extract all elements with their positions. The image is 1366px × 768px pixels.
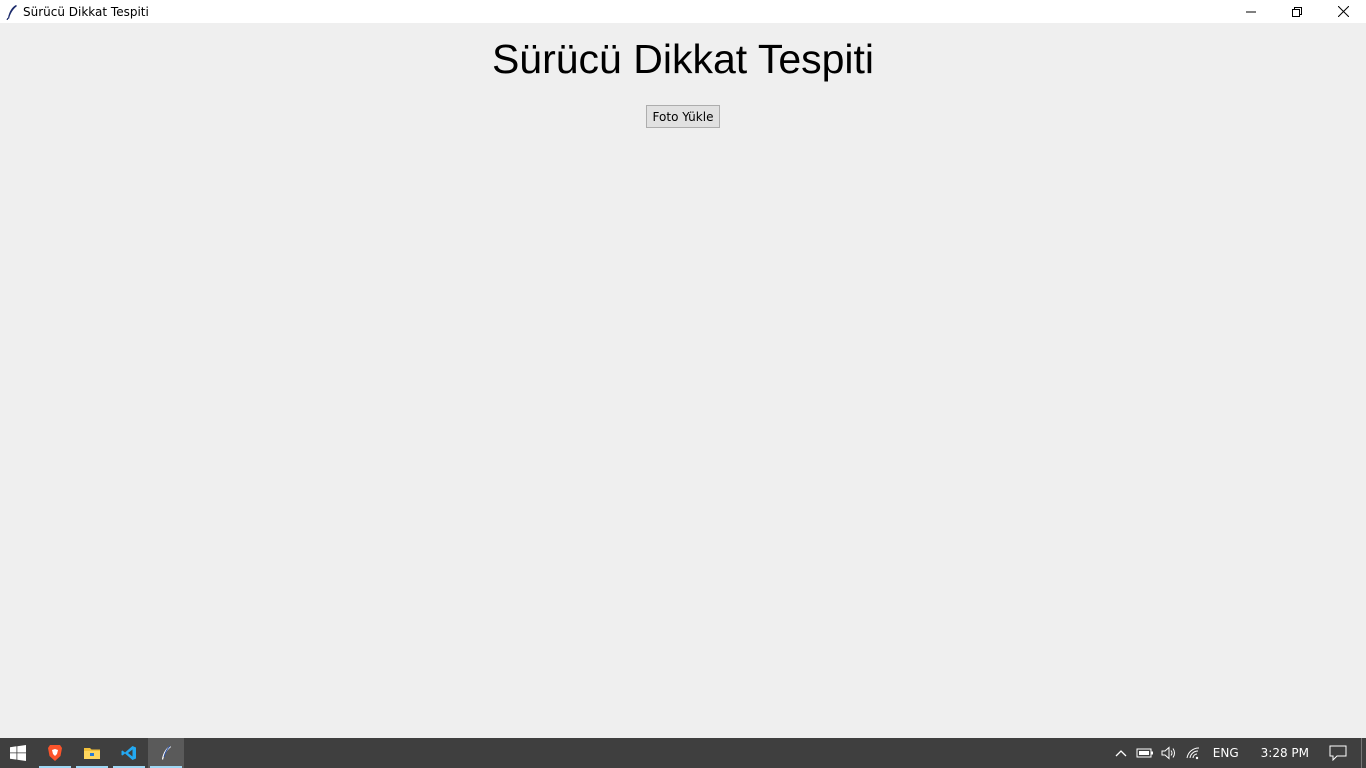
taskbar-brave[interactable]: [37, 738, 73, 768]
wifi-icon[interactable]: [1181, 738, 1205, 768]
windows-icon: [10, 745, 26, 761]
minimize-button[interactable]: [1228, 0, 1274, 23]
minimize-icon: [1246, 11, 1256, 12]
taskbar-file-explorer[interactable]: [74, 738, 110, 768]
taskbar-python-app[interactable]: [148, 738, 184, 768]
restore-icon: [1292, 6, 1302, 17]
brave-icon: [48, 745, 62, 761]
window-titlebar[interactable]: Sürücü Dikkat Tespiti: [0, 0, 1366, 23]
start-button[interactable]: [0, 738, 36, 768]
system-tray: ENG 3:28 PM: [1109, 738, 1366, 768]
volume-icon[interactable]: [1157, 738, 1181, 768]
upload-photo-button[interactable]: Foto Yükle: [646, 105, 720, 128]
clock[interactable]: 3:28 PM: [1247, 746, 1323, 760]
close-button[interactable]: [1320, 0, 1366, 23]
vscode-icon: [121, 746, 136, 760]
taskbar-vscode[interactable]: [111, 738, 147, 768]
app-client-area: Sürücü Dikkat Tespiti Foto Yükle: [0, 23, 1366, 738]
folder-icon: [84, 748, 100, 759]
show-desktop-button[interactable]: [1361, 738, 1366, 768]
notification-icon[interactable]: [1323, 738, 1353, 768]
close-icon: [1337, 6, 1349, 17]
restore-button[interactable]: [1274, 0, 1320, 23]
page-title: Sürücü Dikkat Tespiti: [491, 36, 875, 82]
window-title: Sürücü Dikkat Tespiti: [23, 4, 149, 19]
battery-icon[interactable]: [1133, 738, 1157, 768]
language-indicator[interactable]: ENG: [1205, 746, 1247, 760]
feather-icon: [0, 0, 23, 23]
chevron-up-icon[interactable]: [1109, 738, 1133, 768]
feather-icon: [162, 745, 171, 760]
taskbar: ENG 3:28 PM: [0, 738, 1366, 768]
